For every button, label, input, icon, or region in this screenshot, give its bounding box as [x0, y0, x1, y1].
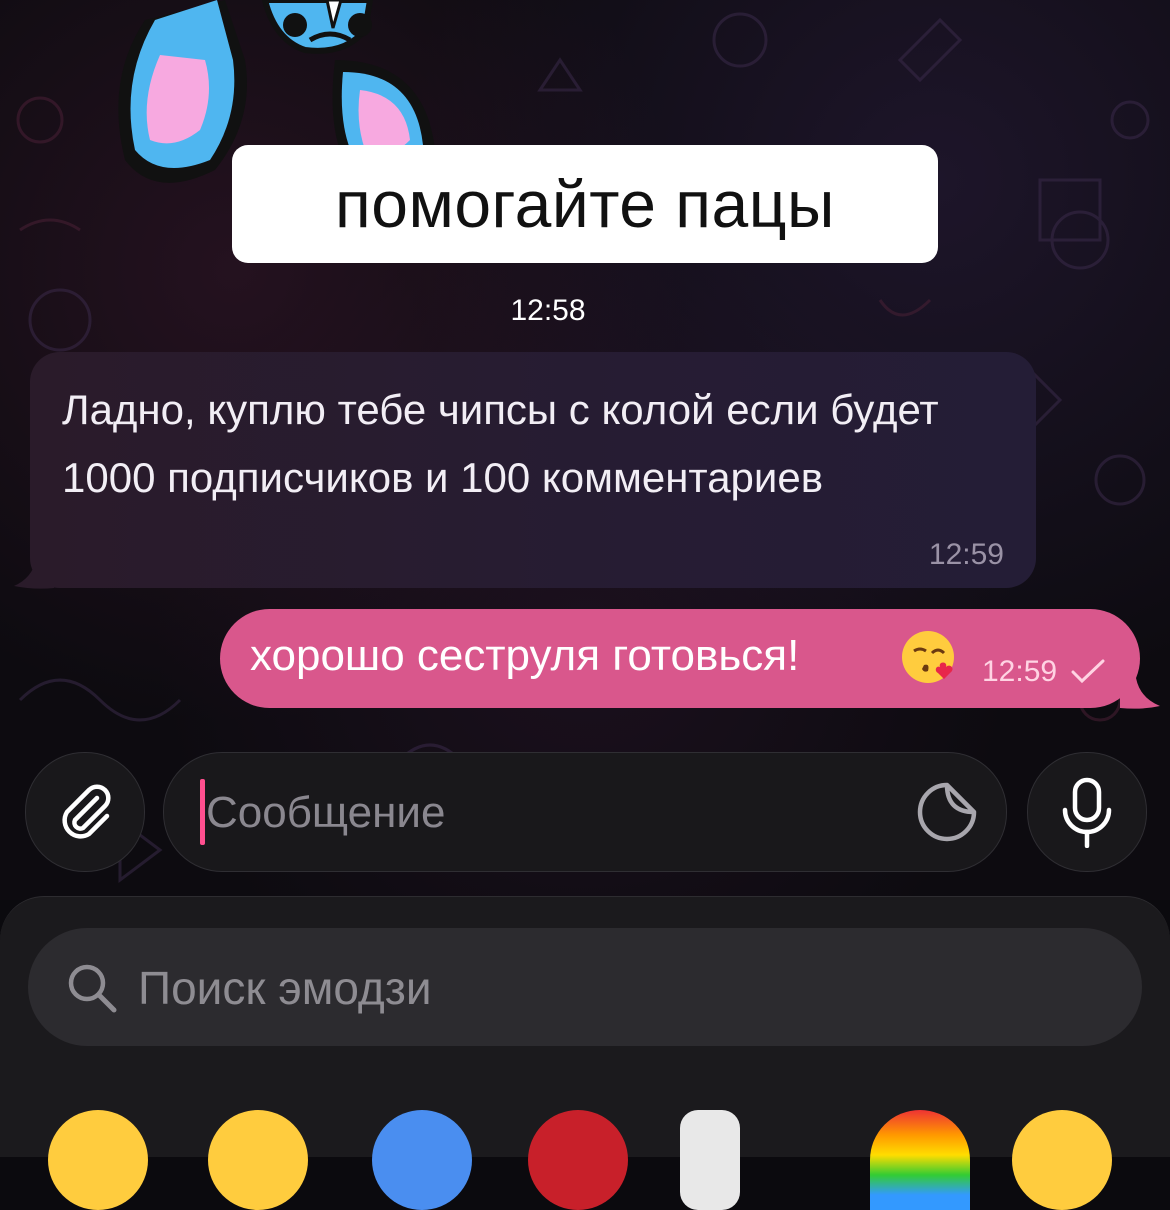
emoji-search-input[interactable]: [136, 950, 1040, 1026]
emoji-item[interactable]: [48, 1110, 148, 1210]
emoji-item[interactable]: [1012, 1110, 1112, 1210]
incoming-message-text: Ладно, куплю тебе чипсы с колой если буд…: [62, 386, 939, 501]
kissing-face-emoji-icon: [902, 631, 954, 683]
emoji-item[interactable]: [208, 1110, 308, 1210]
emoji-item[interactable]: [528, 1110, 628, 1210]
sticker-caption-text: помогайте пацы: [335, 167, 835, 241]
outgoing-message-text: хорошо сеструля готовься!: [250, 631, 800, 680]
paperclip-icon: [62, 784, 111, 839]
outgoing-message-bubble[interactable]: хорошо сеструля готовься! 12:59: [220, 609, 1140, 708]
attach-button[interactable]: [25, 752, 145, 872]
outgoing-bubble-tail: [1120, 678, 1160, 709]
outgoing-message-time: 12:59: [982, 655, 1058, 688]
sent-check-icon: [1071, 659, 1105, 684]
emoji-item[interactable]: [680, 1110, 740, 1210]
message-input[interactable]: [204, 777, 908, 849]
message-input-field[interactable]: [163, 752, 1007, 872]
sticker-caption: помогайте пацы: [232, 145, 938, 263]
incoming-bubble-tail: [14, 560, 54, 589]
incoming-message-time: 12:59: [928, 538, 1004, 571]
microphone-icon: [1062, 777, 1112, 848]
emoji-search-bar[interactable]: [28, 928, 1142, 1046]
emoji-item[interactable]: [870, 1110, 970, 1210]
search-icon: [68, 964, 117, 1013]
emoji-grid-row: [0, 1100, 1170, 1210]
emoji-item[interactable]: [372, 1110, 472, 1210]
sticker-icon[interactable]: [914, 779, 980, 845]
voice-message-button[interactable]: [1027, 752, 1147, 872]
incoming-message-bubble[interactable]: Ладно, куплю тебе чипсы с колой если буд…: [30, 352, 1036, 588]
sticker-timestamp: 12:58: [510, 294, 586, 327]
